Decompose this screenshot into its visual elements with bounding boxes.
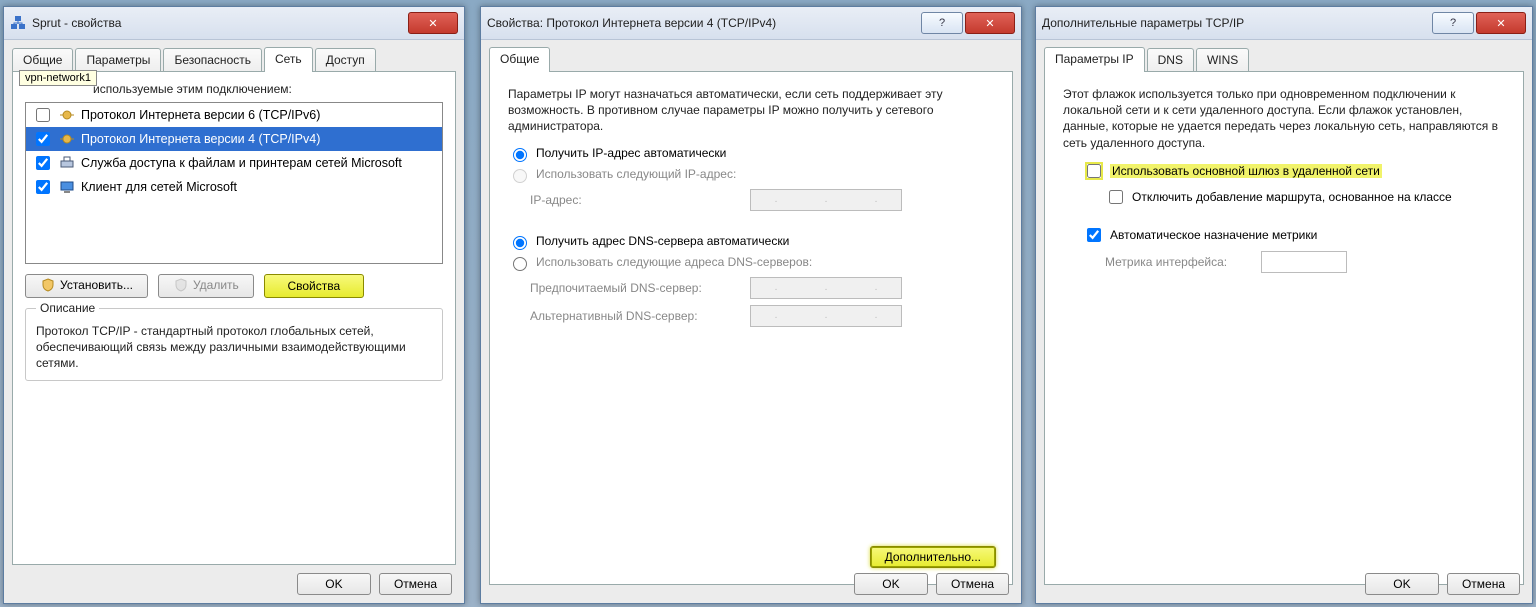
list-item-ipv6[interactable]: Протокол Интернета версии 6 (TCP/IPv6): [26, 103, 442, 127]
shield-icon: [40, 278, 56, 294]
shield-icon: [173, 278, 189, 294]
tabstrip: Общие: [481, 40, 1021, 71]
interface-metric-input: [1261, 251, 1347, 273]
dns-preferred-label: Предпочитаемый DNS-сервер:: [530, 281, 740, 295]
checkbox-auto-metric[interactable]: [1087, 228, 1101, 242]
advanced-button[interactable]: Дополнительно...: [870, 546, 996, 568]
radio-ip-manual-input: [513, 169, 527, 183]
dialog-footer: OK Отмена: [1365, 573, 1520, 595]
radio-ip-auto-input[interactable]: [513, 148, 527, 162]
close-button[interactable]: ✕: [965, 12, 1015, 34]
components-button-row: Установить... Удалить Свойства: [25, 274, 443, 298]
dialog-footer: OK Отмена: [854, 573, 1009, 595]
tab-network[interactable]: Сеть: [264, 47, 313, 72]
checkbox-ipv4[interactable]: [36, 132, 50, 146]
netnode-icon: [59, 131, 75, 147]
intro-text: Параметры IP могут назначаться автоматич…: [508, 86, 994, 135]
check-auto-metric-row[interactable]: Автоматическое назначение метрики: [1083, 225, 1505, 245]
network-icon: [10, 15, 26, 31]
monitor-icon: [59, 179, 75, 195]
dlg-tcpip-advanced: Дополнительные параметры TCP/IP ? ✕ Пара…: [1035, 6, 1533, 604]
description-group: Описание Протокол TCP/IP - стандартный п…: [25, 308, 443, 381]
cancel-button[interactable]: Отмена: [936, 573, 1009, 595]
connect-using-tooltip: vpn-network1: [19, 70, 97, 86]
check-class-based-route-row[interactable]: Отключить добавление маршрута, основанно…: [1105, 187, 1505, 207]
checkbox-file-print[interactable]: [36, 156, 50, 170]
intro-text: Этот флажок используется только при одно…: [1063, 86, 1505, 151]
tab-panel-general: Параметры IP могут назначаться автоматич…: [489, 71, 1013, 585]
ip-address-field: IP-адрес: ...: [530, 189, 994, 211]
ip-address-input: ...: [750, 189, 902, 211]
close-button[interactable]: ✕: [1476, 12, 1526, 34]
checkbox-ipv6[interactable]: [36, 108, 50, 122]
ok-button[interactable]: OK: [297, 573, 371, 595]
list-item-ipv4[interactable]: Протокол Интернета версии 4 (TCP/IPv4): [26, 127, 442, 151]
tab-dns[interactable]: DNS: [1147, 48, 1194, 72]
check-default-gateway-row[interactable]: Использовать основной шлюз в удаленной с…: [1083, 161, 1505, 181]
titlebar[interactable]: Дополнительные параметры TCP/IP ? ✕: [1036, 7, 1532, 40]
dns-alternate-input: ...: [750, 305, 902, 327]
interface-metric-row: Метрика интерфейса:: [1105, 251, 1505, 273]
help-button[interactable]: ?: [1432, 12, 1474, 34]
close-button[interactable]: ✕: [408, 12, 458, 34]
tab-sharing[interactable]: Доступ: [315, 48, 376, 72]
titlebar[interactable]: Sprut - свойства ✕: [4, 7, 464, 40]
checkbox-class-based-route[interactable]: [1109, 190, 1123, 204]
ok-button[interactable]: OK: [854, 573, 928, 595]
radio-ip-auto[interactable]: Получить IP-адрес автоматически: [508, 145, 994, 162]
dns-alternate-label: Альтернативный DNS-сервер:: [530, 309, 740, 323]
checkbox-msclient[interactable]: [36, 180, 50, 194]
checkbox-default-gateway-label: Использовать основной шлюз в удаленной с…: [1110, 164, 1382, 178]
tab-panel-ip-settings: Этот флажок используется только при одно…: [1044, 71, 1524, 585]
checkbox-default-gateway[interactable]: [1087, 164, 1101, 178]
install-button[interactable]: Установить...: [25, 274, 148, 298]
interface-metric-label: Метрика интерфейса:: [1105, 255, 1255, 269]
radio-dns-auto-input[interactable]: [513, 236, 527, 250]
tabstrip: Общие Параметры Безопасность Сеть Доступ: [4, 40, 464, 71]
ok-button[interactable]: OK: [1365, 573, 1439, 595]
dlg-connection-properties: Sprut - свойства ✕ Общие Параметры Безоп…: [3, 6, 465, 604]
cancel-button[interactable]: Отмена: [379, 573, 452, 595]
printer-icon: [59, 155, 75, 171]
description-legend: Описание: [36, 301, 99, 315]
tabstrip: Параметры IP DNS WINS: [1036, 40, 1532, 71]
window-title: Sprut - свойства: [32, 16, 121, 30]
window-title: Свойства: Протокол Интернета версии 4 (T…: [487, 16, 776, 30]
titlebar[interactable]: Свойства: Протокол Интернета версии 4 (T…: [481, 7, 1021, 40]
dialog-footer: OK Отмена: [297, 573, 452, 595]
properties-button[interactable]: Свойства: [264, 274, 364, 298]
cancel-button[interactable]: Отмена: [1447, 573, 1520, 595]
tab-general[interactable]: Общие: [12, 48, 73, 72]
window-title: Дополнительные параметры TCP/IP: [1042, 16, 1244, 30]
dns-preferred-field: Предпочитаемый DNS-сервер: ...: [530, 277, 994, 299]
radio-dns-manual[interactable]: Использовать следующие адреса DNS-сервер…: [508, 254, 994, 271]
tab-panel-network: vpn-network1 используемые этим подключен…: [12, 71, 456, 565]
tab-ip-settings[interactable]: Параметры IP: [1044, 47, 1145, 72]
uninstall-button: Удалить: [158, 274, 254, 298]
netnode-icon: [59, 107, 75, 123]
radio-dns-auto[interactable]: Получить адрес DNS-сервера автоматически: [508, 233, 994, 250]
tab-security[interactable]: Безопасность: [163, 48, 262, 72]
dns-alternate-field: Альтернативный DNS-сервер: ...: [530, 305, 994, 327]
radio-ip-manual[interactable]: Использовать следующий IP-адрес:: [508, 166, 994, 183]
tab-general[interactable]: Общие: [489, 47, 550, 72]
checkbox-class-based-route-label: Отключить добавление маршрута, основанно…: [1132, 190, 1452, 204]
dns-preferred-input: ...: [750, 277, 902, 299]
radio-dns-manual-input[interactable]: [513, 257, 527, 271]
description-text: Протокол TCP/IP - стандартный протокол г…: [36, 323, 432, 372]
checkbox-auto-metric-label: Автоматическое назначение метрики: [1110, 228, 1317, 242]
ip-address-label: IP-адрес:: [530, 193, 740, 207]
components-label: используемые этим подключением:: [93, 82, 443, 96]
tab-options[interactable]: Параметры: [75, 48, 161, 72]
list-item-msclient[interactable]: Клиент для сетей Microsoft: [26, 175, 442, 199]
list-item-file-print[interactable]: Служба доступа к файлам и принтерам сете…: [26, 151, 442, 175]
components-listbox[interactable]: Протокол Интернета версии 6 (TCP/IPv6) П…: [25, 102, 443, 264]
tab-wins[interactable]: WINS: [1196, 48, 1249, 72]
help-button[interactable]: ?: [921, 12, 963, 34]
dlg-ipv4-properties: Свойства: Протокол Интернета версии 4 (T…: [480, 6, 1022, 604]
